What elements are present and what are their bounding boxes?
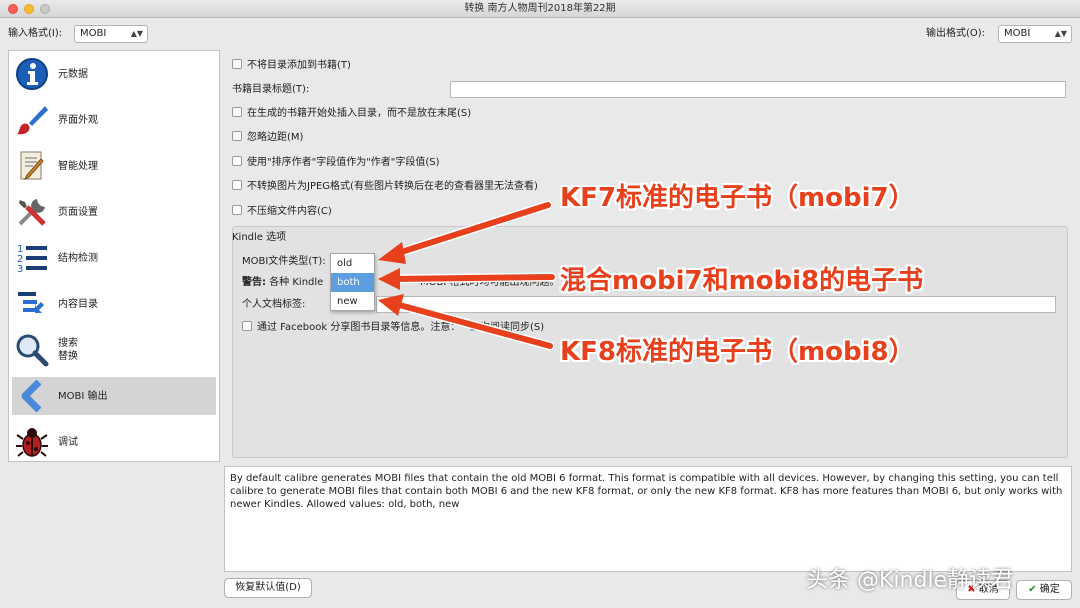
watermark: 头条 @Kindle静读君 [806,568,1014,593]
checkmark-icon: ✔ [1028,584,1037,595]
annotation-mixed: 混合mobi7和mobi8的电子书 [560,266,924,296]
ok-button[interactable]: ✔ 确定 [1016,580,1072,600]
restore-defaults-button[interactable]: 恢复默认值(D) [224,578,312,598]
arrow-to-old [378,200,553,264]
help-text-box: By default calibre generates MOBI files … [224,466,1072,572]
annotation-mobi7: KF7标准的电子书（mobi7） [560,183,915,213]
help-text: By default calibre generates MOBI files … [230,473,1063,510]
arrow-to-new [378,294,555,351]
ok-button-label: 确定 [1039,584,1060,595]
annotation-mobi8: KF8标准的电子书（mobi8） [560,337,915,367]
arrow-to-both [378,268,557,290]
